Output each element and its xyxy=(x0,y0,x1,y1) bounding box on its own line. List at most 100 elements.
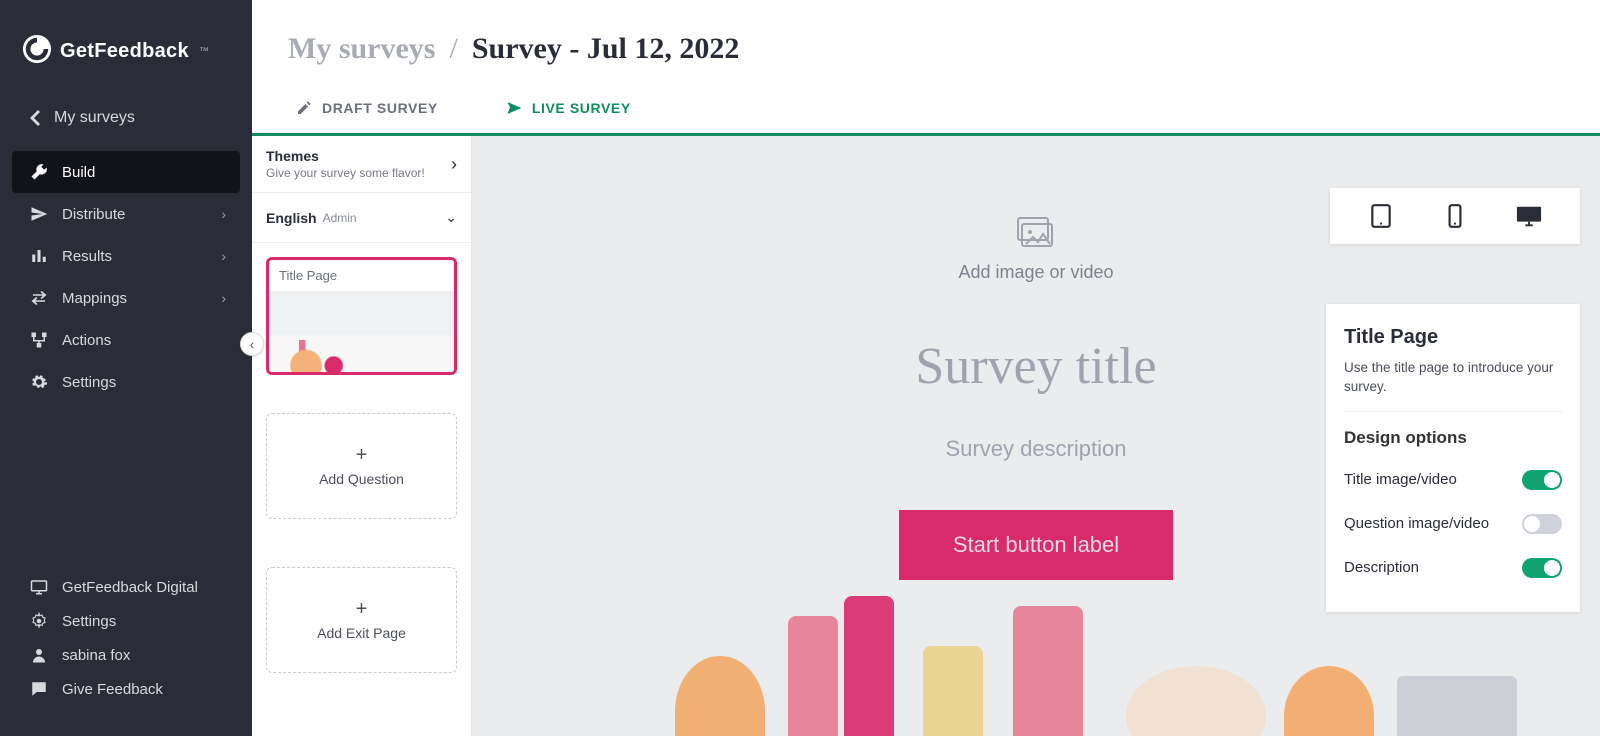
device-desktop-button[interactable] xyxy=(1514,202,1544,230)
left-sidebar: GetFeedback ™ My surveys Build Distribut… xyxy=(0,0,252,736)
swap-icon xyxy=(30,289,48,307)
props-heading: Title Page xyxy=(1344,326,1562,349)
nav-item-digital[interactable]: GetFeedback Digital xyxy=(12,570,240,604)
breadcrumb-current: Survey - Jul 12, 2022 xyxy=(472,32,740,66)
workspace: ‹ Themes Give your survey some flavor! ›… xyxy=(252,136,1600,736)
nav-item-build[interactable]: Build xyxy=(12,151,240,193)
option-row-title-media: Title image/video xyxy=(1344,458,1562,502)
nav-back-my-surveys[interactable]: My surveys xyxy=(0,91,252,145)
paper-plane-icon xyxy=(506,100,522,116)
phone-icon xyxy=(1442,203,1468,229)
themes-title: Themes xyxy=(266,148,425,164)
nav-primary: Build Distribute › Results › Mappings › … xyxy=(0,145,252,409)
desktop-icon xyxy=(1516,203,1542,229)
nav-label: sabina fox xyxy=(62,647,130,664)
chevron-right-icon: › xyxy=(451,154,457,175)
add-question-button[interactable]: + Add Question xyxy=(266,413,457,519)
language-selector[interactable]: English Admin ⌄ xyxy=(252,193,471,243)
brand-logo: GetFeedback ™ xyxy=(0,0,252,91)
option-label: Description xyxy=(1344,559,1419,576)
toggle-title-media[interactable] xyxy=(1522,470,1562,490)
themes-subtitle: Give your survey some flavor! xyxy=(266,166,425,180)
nav-label: Build xyxy=(62,164,95,181)
chevron-right-icon: › xyxy=(221,248,226,264)
tablet-icon xyxy=(1368,203,1394,229)
breadcrumb-root[interactable]: My surveys xyxy=(288,32,435,66)
logo-mark-icon xyxy=(22,34,52,69)
language-role: Admin xyxy=(323,211,357,225)
page-thumb-preview xyxy=(269,291,454,372)
option-row-description: Description xyxy=(1344,546,1562,590)
nav-item-distribute[interactable]: Distribute › xyxy=(12,193,240,235)
nav-label: Give Feedback xyxy=(62,681,163,698)
option-row-question-media: Question image/video xyxy=(1344,502,1562,546)
toggle-question-media[interactable] xyxy=(1522,514,1562,534)
page-header: My surveys / Survey - Jul 12, 2022 xyxy=(252,0,1600,76)
nav-label: Settings xyxy=(62,374,116,391)
bar-chart-icon xyxy=(30,247,48,265)
gear-icon xyxy=(30,612,48,630)
nav-item-results[interactable]: Results › xyxy=(12,235,240,277)
main-area: My surveys / Survey - Jul 12, 2022 DRAFT… xyxy=(252,0,1600,736)
plus-icon: + xyxy=(356,599,368,619)
nav-label: Mappings xyxy=(62,290,127,307)
pencil-icon xyxy=(296,100,312,116)
user-icon xyxy=(30,646,48,664)
nav-item-settings[interactable]: Settings xyxy=(12,361,240,403)
wrench-icon xyxy=(30,163,48,181)
nav-label: Results xyxy=(62,248,112,265)
tab-label: DRAFT SURVEY xyxy=(322,100,438,116)
device-phone-button[interactable] xyxy=(1440,202,1470,230)
properties-panel: Title Page Use the title page to introdu… xyxy=(1326,304,1580,612)
chat-icon xyxy=(30,680,48,698)
monitor-icon xyxy=(30,578,48,596)
page-thumb-title-page[interactable]: Title Page xyxy=(266,257,457,375)
canvas: Title Page Use the title page to introdu… xyxy=(472,136,1600,736)
chevron-left-icon xyxy=(30,110,40,126)
tab-label: LIVE SURVEY xyxy=(532,100,631,116)
chevron-down-icon: ⌄ xyxy=(445,209,457,226)
survey-description-input[interactable] xyxy=(641,436,1431,462)
props-description: Use the title page to introduce your sur… xyxy=(1344,359,1562,412)
page-thumb-label: Title Page xyxy=(269,260,454,291)
add-exit-page-button[interactable]: + Add Exit Page xyxy=(266,567,457,673)
nav-back-label: My surveys xyxy=(54,109,135,127)
option-label: Question image/video xyxy=(1344,515,1489,532)
chevron-right-icon: › xyxy=(221,206,226,222)
add-card-label: Add Question xyxy=(319,471,404,487)
nav-item-mappings[interactable]: Mappings › xyxy=(12,277,240,319)
toggle-description[interactable] xyxy=(1522,558,1562,578)
nav-item-give-feedback[interactable]: Give Feedback xyxy=(12,672,240,706)
nav-label: Actions xyxy=(62,332,111,349)
add-card-label: Add Exit Page xyxy=(317,625,406,641)
pages-column: ‹ Themes Give your survey some flavor! ›… xyxy=(252,136,472,736)
add-media-label: Add image or video xyxy=(958,262,1113,283)
nav-item-global-settings[interactable]: Settings xyxy=(12,604,240,638)
breadcrumb-sep: / xyxy=(449,32,457,66)
nav-item-actions[interactable]: Actions xyxy=(12,319,240,361)
device-tablet-button[interactable] xyxy=(1366,202,1396,230)
chevron-right-icon: › xyxy=(221,290,226,306)
plus-icon: + xyxy=(356,445,368,465)
collapse-pages-button[interactable]: ‹ xyxy=(240,332,264,356)
nav-item-user[interactable]: sabina fox xyxy=(12,638,240,672)
themes-menu[interactable]: Themes Give your survey some flavor! › xyxy=(252,136,471,193)
device-preview-switcher xyxy=(1330,188,1580,244)
tab-live-survey[interactable]: LIVE SURVEY xyxy=(502,94,635,122)
brand-trademark: ™ xyxy=(199,46,209,57)
option-label: Title image/video xyxy=(1344,471,1457,488)
tab-draft-survey[interactable]: DRAFT SURVEY xyxy=(292,94,442,122)
design-options-heading: Design options xyxy=(1344,428,1562,448)
nav-label: GetFeedback Digital xyxy=(62,579,198,596)
nav-label: Distribute xyxy=(62,206,125,223)
nav-secondary: GetFeedback Digital Settings sabina fox … xyxy=(0,554,252,736)
survey-mode-tabs: DRAFT SURVEY LIVE SURVEY xyxy=(252,76,1600,133)
add-media-button[interactable]: Add image or video xyxy=(958,216,1113,283)
send-icon xyxy=(30,205,48,223)
nav-label: Settings xyxy=(62,613,116,630)
flow-icon xyxy=(30,331,48,349)
breadcrumb: My surveys / Survey - Jul 12, 2022 xyxy=(288,32,1564,66)
brand-name: GetFeedback xyxy=(60,40,189,63)
start-button[interactable]: Start button label xyxy=(899,510,1173,580)
image-stack-icon xyxy=(1016,216,1056,250)
